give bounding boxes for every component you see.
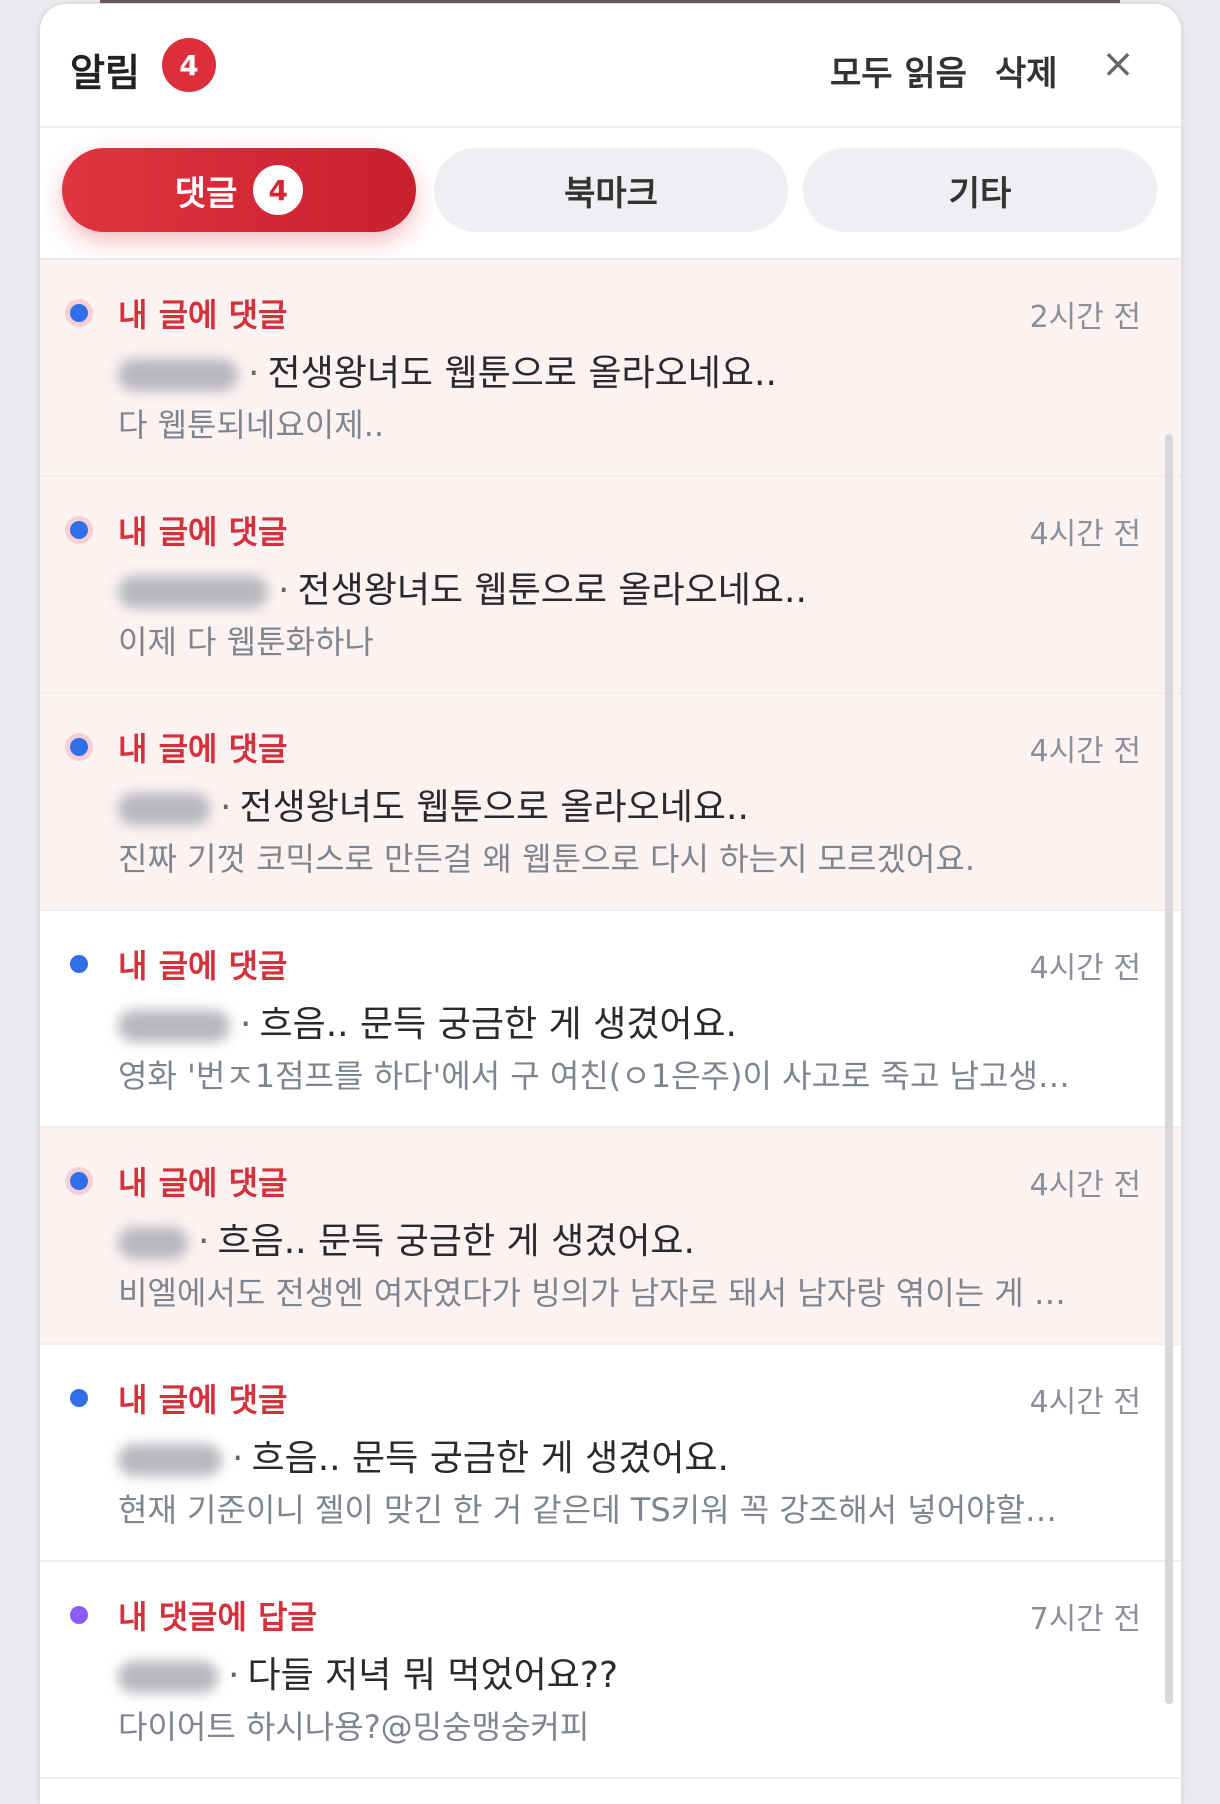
comment-preview: 이제 다 웹툰화하나 [118,623,374,661]
separator-dot: · [240,1004,252,1045]
notification-item[interactable]: 내 글에 댓글 4시간 전 · 흐음.. 문득 궁금한 게 생겼어요. 영화 '번… [40,911,1181,1128]
reply-dot-icon [70,1606,88,1624]
author-avatar-blur [118,793,210,825]
panel-header: 알림 4 모두 읽음 삭제 × [40,4,1181,128]
notification-type: 내 글에 댓글 [118,730,288,768]
notification-main-line: · 전생왕녀도 웹툰으로 올라오네요.. [118,778,1141,830]
notification-type: 내 글에 댓글 [118,296,288,334]
unread-count-badge: 4 [162,38,216,92]
post-title: 전생왕녀도 웹툰으로 올라오네요.. [267,353,777,394]
comment-preview: 다 웹툰되네요이제.. [118,406,385,444]
tab-comments[interactable]: 댓글 4 [62,148,416,232]
panel-title: 알림 [70,51,140,95]
unread-dot-icon [70,1172,88,1190]
notification-time: 4시간 전 [1029,951,1141,986]
post-title: 흐음.. 문득 궁금한 게 생겼어요. [259,1004,737,1045]
separator-dot: · [198,1221,210,1262]
notification-list: 내 글에 댓글 2시간 전 · 전생왕녀도 웹툰으로 올라오네요.. 다 웹툰되네… [40,260,1181,1779]
notification-item[interactable]: 내 글에 댓글 2시간 전 · 전생왕녀도 웹툰으로 올라오네요.. 다 웹툰되네… [40,260,1181,477]
comment-preview: 진짜 기껏 코믹스로 만든걸 왜 웹툰으로 다시 하는지 모르겠어요. [118,840,975,878]
notification-main-line: · 전생왕녀도 웹툰으로 올라오네요.. [118,344,1141,396]
post-title: 흐음.. 문득 궁금한 게 생겼어요. [251,1438,729,1479]
notification-main-line: · 흐음.. 문득 궁금한 게 생겼어요. [118,1212,1141,1264]
post-title: 다들 저녁 뭐 먹었어요?? [247,1655,619,1696]
unread-dot-icon [70,521,88,539]
comment-preview: 현재 기준이니 젤이 맞긴 한 거 같은데 TS키워 꼭 강조해서 넣어야할… [118,1491,1058,1529]
notification-item[interactable]: 내 글에 댓글 4시간 전 · 흐음.. 문득 궁금한 게 생겼어요. 비엘에서도… [40,1128,1181,1345]
notification-time: 2시간 전 [1029,300,1141,335]
notification-type: 내 글에 댓글 [118,947,288,985]
comment-preview: 영화 '번ㅈ1점프를 하다'에서 구 여친(ㅇ1은주)이 사고로 죽고 남고생… [118,1057,1070,1095]
notification-panel: 알림 4 모두 읽음 삭제 × 댓글 4 북마크 기타 내 글에 댓글 2시간 … [40,4,1181,1804]
unread-dot-icon [70,1389,88,1407]
notification-time: 4시간 전 [1029,1385,1141,1420]
notification-main-line: · 전생왕녀도 웹툰으로 올라오네요.. [118,561,1141,613]
separator-dot: · [278,570,290,611]
notification-item[interactable]: 내 댓글에 답글 7시간 전 · 다들 저녁 뭐 먹었어요?? 다이어트 하시나용… [40,1562,1181,1779]
unread-dot-icon [70,738,88,756]
notification-time: 7시간 전 [1029,1602,1141,1637]
tab-comments-badge: 4 [253,165,304,215]
notification-type: 내 글에 댓글 [118,513,288,551]
comment-preview: 비엘에서도 전생엔 여자였다가 빙의가 남자로 돼서 남자랑 엮이는 게 … [118,1274,1066,1312]
notification-time: 4시간 전 [1029,734,1141,769]
tab-bar: 댓글 4 북마크 기타 [40,128,1181,260]
author-avatar-blur [118,1444,222,1476]
comment-preview: 다이어트 하시나용?@밍숭맹숭커피 [118,1708,590,1746]
post-title: 흐음.. 문득 궁금한 게 생겼어요. [217,1221,695,1262]
post-title: 전생왕녀도 웹툰으로 올라오네요.. [239,787,749,828]
close-icon[interactable]: × [1098,44,1138,84]
notification-main-line: · 흐음.. 문득 궁금한 게 생겼어요. [118,995,1141,1047]
notification-time: 4시간 전 [1029,1168,1141,1203]
notification-type: 내 글에 댓글 [118,1381,288,1419]
tab-comments-label: 댓글 [174,173,238,214]
notification-type: 내 댓글에 답글 [118,1598,317,1636]
notification-main-line: · 다들 저녁 뭐 먹었어요?? [118,1646,1141,1698]
author-avatar-blur [118,1661,218,1693]
top-image-strip [100,0,1120,3]
notification-item[interactable]: 내 글에 댓글 4시간 전 · 전생왕녀도 웹툰으로 올라오네요.. 진짜 기껏 … [40,694,1181,911]
separator-dot: · [220,787,232,828]
notification-item[interactable]: 내 글에 댓글 4시간 전 · 전생왕녀도 웹툰으로 올라오네요.. 이제 다 웹… [40,477,1181,694]
notification-time: 4시간 전 [1029,517,1141,552]
author-avatar-blur [118,359,238,391]
author-avatar-blur [118,1010,230,1042]
tab-bookmarks-label: 북마크 [564,173,658,214]
tab-other[interactable]: 기타 [803,148,1157,232]
tab-other-label: 기타 [948,173,1012,214]
separator-dot: · [232,1438,244,1479]
author-avatar-blur [118,1227,188,1259]
unread-dot-icon [70,955,88,973]
separator-dot: · [228,1655,240,1696]
notification-type: 내 글에 댓글 [118,1164,288,1202]
delete-button[interactable]: 삭제 [995,46,1058,95]
notification-main-line: · 흐음.. 문득 궁금한 게 생겼어요. [118,1429,1141,1481]
mark-all-read-button[interactable]: 모두 읽음 [830,46,967,95]
unread-dot-icon [70,304,88,322]
tab-bookmarks[interactable]: 북마크 [434,148,788,232]
notification-item[interactable]: 내 글에 댓글 4시간 전 · 흐음.. 문득 궁금한 게 생겼어요. 현재 기준… [40,1345,1181,1562]
post-title: 전생왕녀도 웹툰으로 올라오네요.. [297,570,807,611]
author-avatar-blur [118,576,268,608]
separator-dot: · [248,353,260,394]
scrollbar[interactable] [1165,434,1173,1704]
